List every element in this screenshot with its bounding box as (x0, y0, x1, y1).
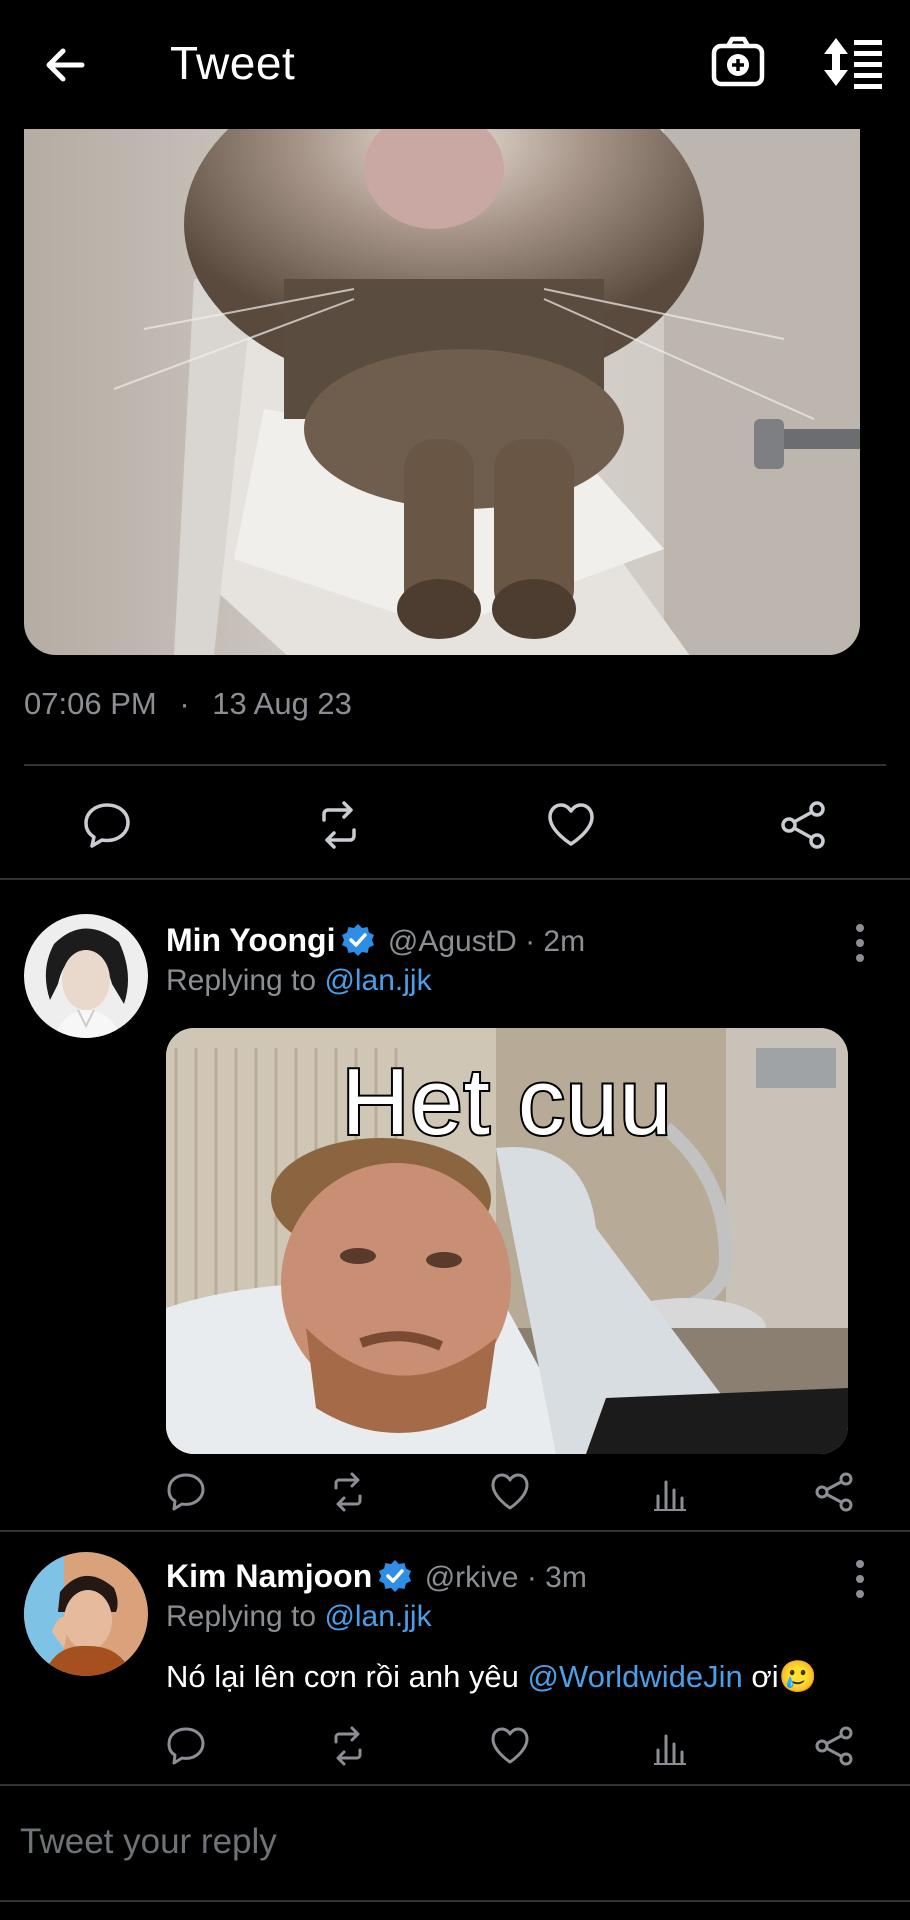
analytics-icon[interactable] (650, 1724, 694, 1768)
share-icon[interactable] (776, 798, 830, 852)
share-icon[interactable] (812, 1724, 856, 1768)
tweet-action-bar (0, 780, 910, 870)
tweet-media-image[interactable] (24, 129, 860, 655)
reply-body-text: Nó lại lên cơn rồi anh yêu @WorldwideJin… (166, 1658, 817, 1695)
replying-prefix: Replying to (166, 964, 317, 997)
like-heart-icon[interactable] (488, 1724, 532, 1768)
replying-prefix: Replying to (166, 1600, 317, 1633)
like-heart-icon[interactable] (488, 1470, 532, 1514)
handle-and-time: @AgustD · 2m (387, 925, 586, 958)
replying-to-line: Replying to @lan.jjk (166, 1600, 432, 1634)
reply-action-bar (0, 1470, 910, 1520)
back-arrow-icon[interactable] (38, 38, 92, 92)
divider (24, 764, 886, 766)
reply-composer-input[interactable]: Tweet your reply (20, 1822, 277, 1862)
reply-media-image[interactable]: Het cuu (166, 1028, 848, 1454)
more-options-icon[interactable] (850, 922, 870, 964)
reply-icon[interactable] (80, 798, 134, 852)
display-name[interactable]: Min Yoongi (166, 922, 335, 958)
meme-caption-text: Het cuu (340, 1047, 674, 1156)
replying-to-link[interactable]: @lan.jjk (324, 964, 431, 997)
page-title: Tweet (170, 37, 296, 89)
reply-header: Min Yoongi @AgustD · 2m (166, 922, 585, 959)
reply-text-end: ơi🥲 (751, 1659, 818, 1694)
reply-header: Kim Namjoon @rkive · 3m (166, 1558, 587, 1595)
retweet-icon[interactable] (312, 798, 366, 852)
more-options-icon[interactable] (850, 1558, 870, 1600)
top-app-bar: Tweet (0, 0, 910, 128)
retweet-icon[interactable] (326, 1470, 370, 1514)
replying-to-line: Replying to @lan.jjk (166, 964, 432, 998)
retweet-icon[interactable] (326, 1724, 370, 1768)
analytics-icon[interactable] (650, 1470, 694, 1514)
avatar[interactable] (24, 1552, 148, 1676)
like-heart-icon[interactable] (544, 798, 598, 852)
tweet-timestamp: 07:06 PM · 13 Aug 23 (24, 686, 352, 722)
divider (0, 1900, 910, 1902)
meta-separator: · (179, 686, 190, 721)
sort-list-icon[interactable] (822, 34, 886, 90)
reply-action-bar (0, 1724, 910, 1774)
replying-to-link[interactable]: @lan.jjk (324, 1600, 431, 1633)
tweet-date: 13 Aug 23 (212, 686, 352, 721)
mention-link[interactable]: @WorldwideJin (528, 1659, 743, 1694)
reply-icon[interactable] (164, 1724, 208, 1768)
handle-and-time: @rkive · 3m (424, 1561, 587, 1594)
verified-badge-icon (378, 1559, 412, 1593)
camera-add-icon[interactable] (710, 34, 766, 90)
reply-text-start: Nó lại lên cơn rồi anh yêu (166, 1659, 519, 1694)
tweet-time: 07:06 PM (24, 686, 157, 721)
display-name[interactable]: Kim Namjoon (166, 1558, 372, 1594)
share-icon[interactable] (812, 1470, 856, 1514)
divider (0, 1784, 910, 1786)
verified-badge-icon (341, 923, 375, 957)
reply-icon[interactable] (164, 1470, 208, 1514)
avatar[interactable] (24, 914, 148, 1038)
